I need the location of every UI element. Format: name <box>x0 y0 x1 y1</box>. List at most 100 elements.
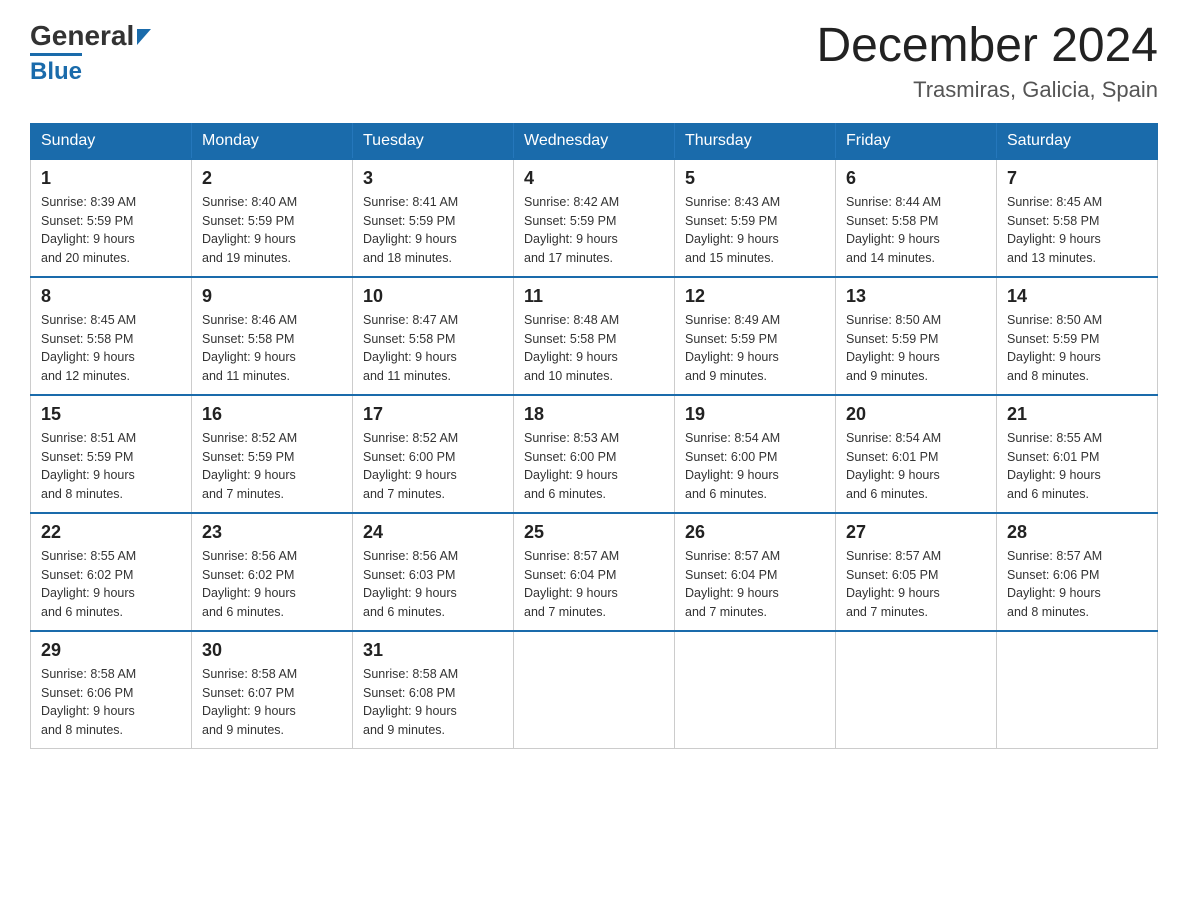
day-info: Sunrise: 8:57 AM Sunset: 6:05 PM Dayligh… <box>846 549 941 619</box>
table-row: 14 Sunrise: 8:50 AM Sunset: 5:59 PM Dayl… <box>997 277 1158 395</box>
calendar-subtitle: Trasmiras, Galicia, Spain <box>816 77 1158 103</box>
day-number: 10 <box>363 286 503 307</box>
day-info: Sunrise: 8:47 AM Sunset: 5:58 PM Dayligh… <box>363 313 458 383</box>
day-number: 15 <box>41 404 181 425</box>
day-number: 5 <box>685 168 825 189</box>
table-row: 8 Sunrise: 8:45 AM Sunset: 5:58 PM Dayli… <box>31 277 192 395</box>
table-row: 7 Sunrise: 8:45 AM Sunset: 5:58 PM Dayli… <box>997 159 1158 277</box>
day-info: Sunrise: 8:57 AM Sunset: 6:04 PM Dayligh… <box>685 549 780 619</box>
table-row: 25 Sunrise: 8:57 AM Sunset: 6:04 PM Dayl… <box>514 513 675 631</box>
day-info: Sunrise: 8:54 AM Sunset: 6:01 PM Dayligh… <box>846 431 941 501</box>
table-row <box>836 631 997 749</box>
table-row: 28 Sunrise: 8:57 AM Sunset: 6:06 PM Dayl… <box>997 513 1158 631</box>
day-info: Sunrise: 8:58 AM Sunset: 6:06 PM Dayligh… <box>41 667 136 737</box>
day-info: Sunrise: 8:46 AM Sunset: 5:58 PM Dayligh… <box>202 313 297 383</box>
calendar-week-row: 22 Sunrise: 8:55 AM Sunset: 6:02 PM Dayl… <box>31 513 1158 631</box>
day-info: Sunrise: 8:50 AM Sunset: 5:59 PM Dayligh… <box>1007 313 1102 383</box>
table-row: 29 Sunrise: 8:58 AM Sunset: 6:06 PM Dayl… <box>31 631 192 749</box>
table-row: 1 Sunrise: 8:39 AM Sunset: 5:59 PM Dayli… <box>31 159 192 277</box>
day-info: Sunrise: 8:49 AM Sunset: 5:59 PM Dayligh… <box>685 313 780 383</box>
day-number: 9 <box>202 286 342 307</box>
day-info: Sunrise: 8:57 AM Sunset: 6:06 PM Dayligh… <box>1007 549 1102 619</box>
day-number: 25 <box>524 522 664 543</box>
day-info: Sunrise: 8:58 AM Sunset: 6:07 PM Dayligh… <box>202 667 297 737</box>
col-sunday: Sunday <box>31 123 192 159</box>
day-info: Sunrise: 8:40 AM Sunset: 5:59 PM Dayligh… <box>202 195 297 265</box>
calendar-title: December 2024 <box>816 20 1158 73</box>
day-number: 16 <box>202 404 342 425</box>
table-row: 24 Sunrise: 8:56 AM Sunset: 6:03 PM Dayl… <box>353 513 514 631</box>
day-info: Sunrise: 8:48 AM Sunset: 5:58 PM Dayligh… <box>524 313 619 383</box>
calendar-week-row: 1 Sunrise: 8:39 AM Sunset: 5:59 PM Dayli… <box>31 159 1158 277</box>
table-row: 4 Sunrise: 8:42 AM Sunset: 5:59 PM Dayli… <box>514 159 675 277</box>
day-number: 31 <box>363 640 503 661</box>
day-number: 7 <box>1007 168 1147 189</box>
table-row: 9 Sunrise: 8:46 AM Sunset: 5:58 PM Dayli… <box>192 277 353 395</box>
col-friday: Friday <box>836 123 997 159</box>
day-number: 29 <box>41 640 181 661</box>
day-info: Sunrise: 8:53 AM Sunset: 6:00 PM Dayligh… <box>524 431 619 501</box>
table-row: 16 Sunrise: 8:52 AM Sunset: 5:59 PM Dayl… <box>192 395 353 513</box>
table-row: 15 Sunrise: 8:51 AM Sunset: 5:59 PM Dayl… <box>31 395 192 513</box>
day-info: Sunrise: 8:55 AM Sunset: 6:01 PM Dayligh… <box>1007 431 1102 501</box>
day-info: Sunrise: 8:50 AM Sunset: 5:59 PM Dayligh… <box>846 313 941 383</box>
day-info: Sunrise: 8:52 AM Sunset: 6:00 PM Dayligh… <box>363 431 458 501</box>
calendar-week-row: 15 Sunrise: 8:51 AM Sunset: 5:59 PM Dayl… <box>31 395 1158 513</box>
day-info: Sunrise: 8:52 AM Sunset: 5:59 PM Dayligh… <box>202 431 297 501</box>
day-number: 18 <box>524 404 664 425</box>
table-row: 21 Sunrise: 8:55 AM Sunset: 6:01 PM Dayl… <box>997 395 1158 513</box>
table-row <box>675 631 836 749</box>
calendar-table: Sunday Monday Tuesday Wednesday Thursday… <box>30 123 1158 749</box>
day-number: 6 <box>846 168 986 189</box>
table-row: 30 Sunrise: 8:58 AM Sunset: 6:07 PM Dayl… <box>192 631 353 749</box>
table-row: 26 Sunrise: 8:57 AM Sunset: 6:04 PM Dayl… <box>675 513 836 631</box>
day-number: 14 <box>1007 286 1147 307</box>
day-number: 20 <box>846 404 986 425</box>
table-row: 10 Sunrise: 8:47 AM Sunset: 5:58 PM Dayl… <box>353 277 514 395</box>
day-number: 21 <box>1007 404 1147 425</box>
day-number: 22 <box>41 522 181 543</box>
day-number: 8 <box>41 286 181 307</box>
table-row: 23 Sunrise: 8:56 AM Sunset: 6:02 PM Dayl… <box>192 513 353 631</box>
table-row: 13 Sunrise: 8:50 AM Sunset: 5:59 PM Dayl… <box>836 277 997 395</box>
day-number: 2 <box>202 168 342 189</box>
calendar-header-row: Sunday Monday Tuesday Wednesday Thursday… <box>31 123 1158 159</box>
table-row <box>514 631 675 749</box>
day-info: Sunrise: 8:44 AM Sunset: 5:58 PM Dayligh… <box>846 195 941 265</box>
day-info: Sunrise: 8:42 AM Sunset: 5:59 PM Dayligh… <box>524 195 619 265</box>
table-row: 5 Sunrise: 8:43 AM Sunset: 5:59 PM Dayli… <box>675 159 836 277</box>
col-tuesday: Tuesday <box>353 123 514 159</box>
day-number: 3 <box>363 168 503 189</box>
day-info: Sunrise: 8:43 AM Sunset: 5:59 PM Dayligh… <box>685 195 780 265</box>
table-row: 17 Sunrise: 8:52 AM Sunset: 6:00 PM Dayl… <box>353 395 514 513</box>
day-number: 23 <box>202 522 342 543</box>
day-info: Sunrise: 8:41 AM Sunset: 5:59 PM Dayligh… <box>363 195 458 265</box>
col-wednesday: Wednesday <box>514 123 675 159</box>
day-number: 17 <box>363 404 503 425</box>
table-row: 22 Sunrise: 8:55 AM Sunset: 6:02 PM Dayl… <box>31 513 192 631</box>
table-row: 6 Sunrise: 8:44 AM Sunset: 5:58 PM Dayli… <box>836 159 997 277</box>
day-number: 24 <box>363 522 503 543</box>
table-row: 31 Sunrise: 8:58 AM Sunset: 6:08 PM Dayl… <box>353 631 514 749</box>
table-row: 18 Sunrise: 8:53 AM Sunset: 6:00 PM Dayl… <box>514 395 675 513</box>
table-row: 3 Sunrise: 8:41 AM Sunset: 5:59 PM Dayli… <box>353 159 514 277</box>
table-row: 11 Sunrise: 8:48 AM Sunset: 5:58 PM Dayl… <box>514 277 675 395</box>
col-saturday: Saturday <box>997 123 1158 159</box>
logo: General Blue <box>30 20 151 86</box>
table-row: 27 Sunrise: 8:57 AM Sunset: 6:05 PM Dayl… <box>836 513 997 631</box>
table-row: 19 Sunrise: 8:54 AM Sunset: 6:00 PM Dayl… <box>675 395 836 513</box>
logo-blue-text: Blue <box>30 53 82 86</box>
day-info: Sunrise: 8:39 AM Sunset: 5:59 PM Dayligh… <box>41 195 136 265</box>
day-info: Sunrise: 8:54 AM Sunset: 6:00 PM Dayligh… <box>685 431 780 501</box>
table-row <box>997 631 1158 749</box>
day-number: 1 <box>41 168 181 189</box>
col-thursday: Thursday <box>675 123 836 159</box>
day-info: Sunrise: 8:45 AM Sunset: 5:58 PM Dayligh… <box>1007 195 1102 265</box>
day-number: 13 <box>846 286 986 307</box>
day-number: 26 <box>685 522 825 543</box>
day-info: Sunrise: 8:45 AM Sunset: 5:58 PM Dayligh… <box>41 313 136 383</box>
page-header: General Blue December 2024 Trasmiras, Ga… <box>30 20 1158 103</box>
table-row: 20 Sunrise: 8:54 AM Sunset: 6:01 PM Dayl… <box>836 395 997 513</box>
day-number: 4 <box>524 168 664 189</box>
table-row: 12 Sunrise: 8:49 AM Sunset: 5:59 PM Dayl… <box>675 277 836 395</box>
